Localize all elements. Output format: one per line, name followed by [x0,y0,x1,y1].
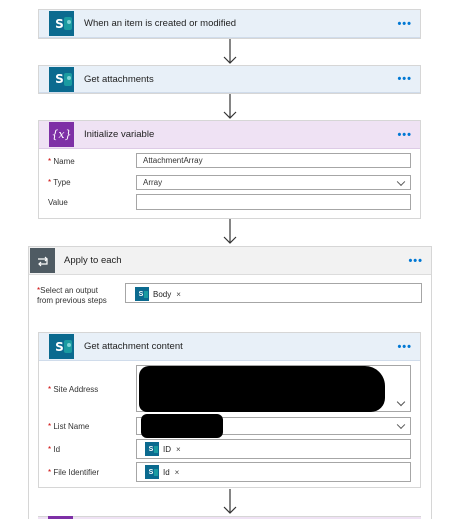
loop-icon [30,248,55,273]
sharepoint-icon: S [49,334,74,359]
remove-token-button[interactable]: × [176,290,181,299]
file-identifier-token[interactable]: S Id × [145,465,179,479]
initialize-variable-card[interactable]: {x} Initialize variable ••• * Name Attac… [38,120,421,219]
site-address-label: * Site Address [48,385,99,394]
sharepoint-icon: S [49,11,74,36]
remove-token-button[interactable]: × [175,468,180,477]
arrow-down-icon [223,39,237,64]
body-token[interactable]: S Body × [135,287,181,301]
sharepoint-icon: S [145,442,159,456]
required-marker: * [48,445,52,454]
initialize-variable-title: Initialize variable [84,129,155,140]
sharepoint-icon: S [145,465,159,479]
apply-to-each-title: Apply to each [64,255,122,266]
get-attachments-card[interactable]: S Get attachments ••• [38,65,421,94]
required-marker: * [48,422,52,431]
type-select[interactable]: Array [136,175,411,190]
arrow-down-icon [223,489,237,514]
redaction [141,414,223,438]
value-input[interactable] [136,194,411,210]
initialize-variable-header[interactable]: {x} Initialize variable ••• [39,121,420,149]
chevron-down-icon[interactable] [396,177,406,186]
id-token[interactable]: S ID × [145,442,181,456]
arrow-down-icon [223,219,237,244]
get-attachment-content-header[interactable]: S Get attachment content ••• [39,333,420,361]
get-attachments-title: Get attachments [84,73,154,85]
remove-token-button[interactable]: × [176,445,181,454]
id-token-label: ID [163,444,171,454]
chevron-down-icon[interactable] [396,397,406,407]
required-marker: * [48,157,52,166]
more-options-button[interactable]: ••• [397,129,412,141]
more-options-button[interactable]: ••• [397,73,412,85]
id-label: * Id [48,445,61,454]
list-name-label: * List Name [48,422,90,431]
file-identifier-token-label: Id [163,467,170,477]
chevron-down-icon[interactable] [396,420,406,430]
more-options-button[interactable]: ••• [397,341,412,353]
type-label: * Type [48,178,71,187]
name-label: * Name [48,157,75,166]
arrow-down-icon [223,94,237,119]
required-marker: * [48,385,52,394]
select-output-label: *Select an output from previous steps [37,286,107,305]
more-options-button[interactable]: ••• [397,18,412,30]
value-label: Value [48,198,68,207]
redaction [139,366,385,412]
required-marker: * [48,178,52,187]
body-token-label: Body [153,289,172,299]
trigger-title: When an item is created or modified [84,18,237,29]
get-attachments-header[interactable]: S Get attachments ••• [39,66,420,93]
trigger-card[interactable]: S When an item is created or modified ••… [38,9,421,39]
get-attachment-content-title: Get attachment content [84,341,183,352]
more-options-button[interactable]: ••• [408,255,423,267]
sharepoint-icon: S [49,66,74,92]
apply-to-each-header[interactable]: Apply to each ••• [29,247,431,275]
required-marker: * [48,468,52,477]
variable-icon: {x} [49,122,74,147]
file-identifier-label: * File Identifier [48,468,100,477]
trigger-header[interactable]: S When an item is created or modified ••… [39,10,420,38]
name-input[interactable]: AttachmentArray [136,153,411,168]
sharepoint-icon: S [135,287,149,301]
